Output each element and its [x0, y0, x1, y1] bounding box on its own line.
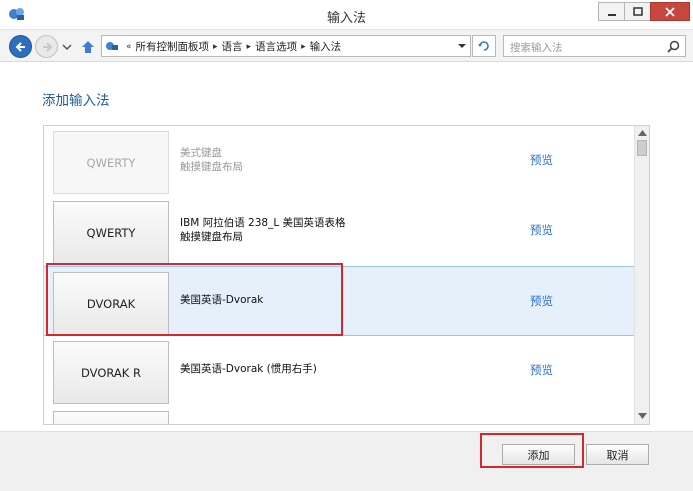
layout-subtitle: 触摸键盘布局 — [180, 231, 243, 243]
arrow-right-icon — [42, 41, 52, 52]
annotation-highlight-box — [46, 263, 343, 336]
scroll-down-arrow-icon[interactable] — [638, 412, 647, 420]
up-arrow-icon[interactable] — [80, 39, 96, 55]
vertical-scrollbar[interactable] — [634, 126, 649, 424]
maximize-button[interactable] — [624, 2, 651, 21]
minimize-icon — [607, 13, 616, 16]
navigation-bar: « 所有控制面板项 ▸ 语言 ▸ 语言选项 ▸ 输入法 搜索输入法 — [0, 30, 693, 62]
scroll-up-arrow-icon[interactable] — [638, 129, 647, 137]
layout-name: 美式键盘 — [180, 147, 222, 159]
arrow-left-icon — [15, 41, 25, 52]
keyboard-layout-list[interactable]: QWERTY 美式键盘 触摸键盘布局 预览 QWERTY IBM 阿拉伯语 23… — [43, 125, 650, 425]
window-title: 输入法 — [326, 11, 366, 26]
breadcrumb-item-input-method[interactable]: 输入法 — [310, 39, 342, 54]
search-box[interactable]: 搜索输入法 — [503, 35, 686, 57]
cancel-button[interactable]: 取消 — [586, 444, 649, 465]
breadcrumb-overflow[interactable]: « — [126, 42, 132, 52]
list-item[interactable]: DVORAK R 美国英语-Dvorak (惯用右手) 预览 — [44, 336, 634, 406]
page-title: 添加输入法 — [42, 93, 110, 109]
refresh-button[interactable] — [472, 35, 496, 57]
search-input[interactable]: 搜索输入法 — [510, 40, 563, 55]
dialog-footer: 添加 取消 — [0, 431, 693, 491]
annotation-highlight-box — [480, 433, 584, 468]
forward-button[interactable] — [35, 35, 58, 58]
list-item[interactable]: QWERTY 美式键盘 触摸键盘布局 预览 — [44, 126, 634, 196]
recent-pages-dropdown[interactable] — [62, 42, 72, 52]
back-button[interactable] — [9, 35, 32, 58]
close-icon — [665, 6, 675, 17]
layout-button[interactable]: DVORAK R — [53, 341, 169, 404]
list-item[interactable] — [44, 406, 634, 424]
list-item[interactable]: QWERTY IBM 阿拉伯语 238_L 美国英语表格 触摸键盘布局 预览 — [44, 196, 634, 266]
maximize-icon — [632, 6, 643, 16]
control-panel-icon — [106, 42, 118, 50]
layout-button[interactable]: QWERTY — [53, 201, 169, 264]
preview-link[interactable]: 预览 — [530, 222, 553, 238]
layout-button[interactable] — [53, 411, 169, 424]
refresh-icon — [478, 41, 489, 51]
breadcrumb-item-language-options[interactable]: 语言选项 — [255, 39, 297, 54]
breadcrumb: « 所有控制面板项 ▸ 语言 ▸ 语言选项 ▸ 输入法 — [122, 39, 341, 54]
preview-link[interactable]: 预览 — [530, 362, 553, 378]
breadcrumb-separator[interactable]: ▸ — [213, 42, 218, 52]
breadcrumb-item-control-panel[interactable]: 所有控制面板项 — [136, 39, 210, 54]
title-bar: 输入法 — [0, 0, 693, 30]
breadcrumb-item-language[interactable]: 语言 — [222, 39, 243, 54]
chevron-down-icon[interactable] — [458, 42, 466, 50]
search-icon[interactable] — [667, 40, 680, 53]
preview-link[interactable]: 预览 — [530, 152, 553, 168]
layout-name: IBM 阿拉伯语 238_L 美国英语表格 — [180, 217, 346, 229]
layout-name: 美国英语-Dvorak (惯用右手) — [180, 363, 317, 375]
scrollbar-thumb[interactable] — [637, 140, 647, 156]
breadcrumb-separator[interactable]: ▸ — [301, 42, 306, 52]
breadcrumb-separator[interactable]: ▸ — [247, 42, 252, 52]
preview-link[interactable]: 预览 — [530, 293, 553, 309]
close-button[interactable] — [650, 2, 690, 21]
address-bar[interactable]: « 所有控制面板项 ▸ 语言 ▸ 语言选项 ▸ 输入法 — [101, 35, 471, 57]
minimize-button[interactable] — [598, 2, 625, 21]
layout-subtitle: 触摸键盘布局 — [180, 161, 243, 173]
layout-button: QWERTY — [53, 131, 169, 194]
